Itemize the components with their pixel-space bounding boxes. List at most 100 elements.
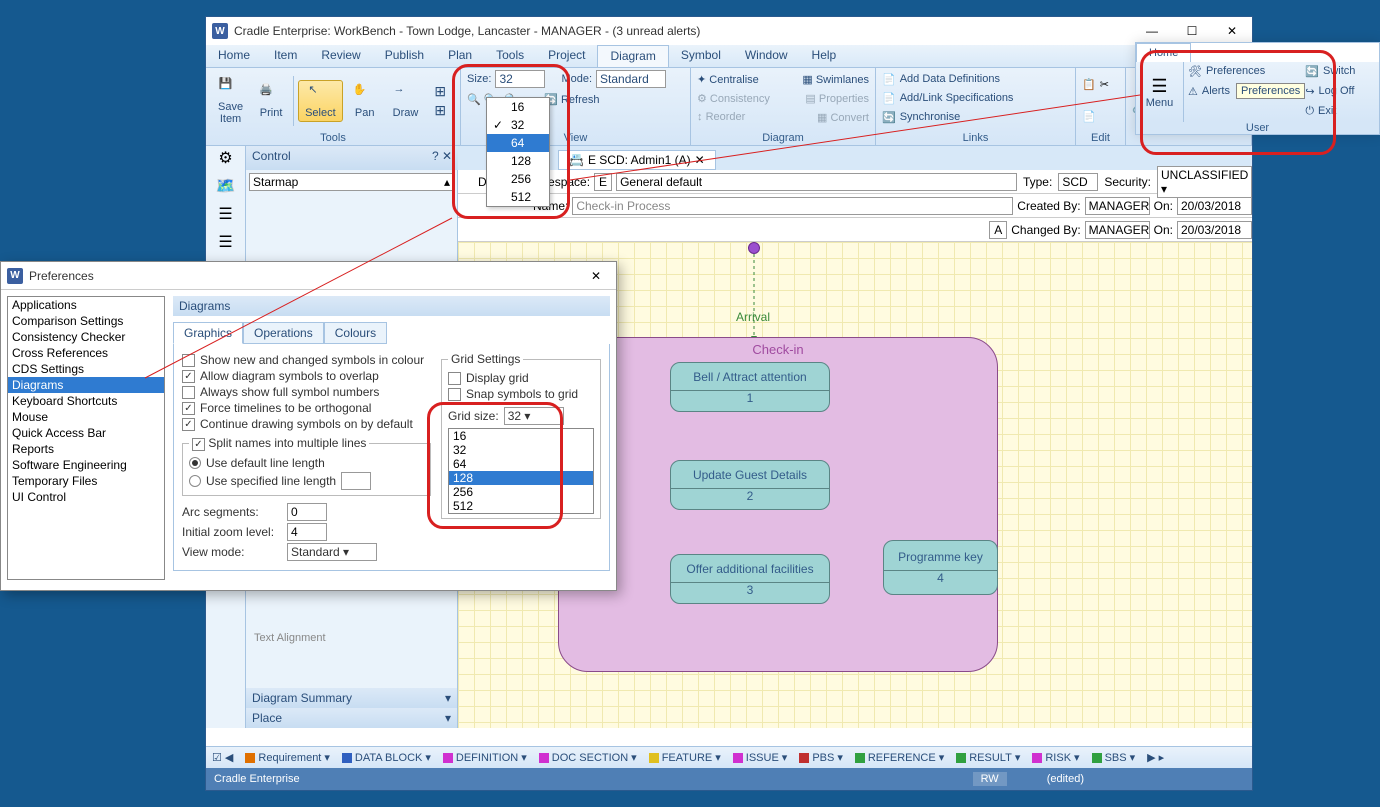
add-data-button[interactable]: 📄 Add Data Definitions	[882, 70, 1069, 88]
draw-tool-button[interactable]: →Draw	[387, 81, 425, 121]
chk-overlap[interactable]: ✓	[182, 370, 195, 383]
arc-segments-input[interactable]	[287, 503, 327, 521]
process-box-1[interactable]: Bell / Attract attention1	[670, 362, 830, 412]
pan-tool-button[interactable]: ✋Pan	[347, 81, 383, 121]
diagram-summary-header[interactable]: Diagram Summary▾	[246, 688, 457, 708]
pref-tab-operations[interactable]: Operations	[243, 322, 324, 344]
bottom-nav-next[interactable]: ▶ ▸	[1141, 751, 1170, 764]
menu-item[interactable]: Item	[262, 45, 309, 67]
edit-group-label: Edit	[1082, 131, 1119, 145]
user-group-label: User	[1136, 122, 1379, 134]
refresh-button[interactable]: 🔄 Refresh	[544, 93, 599, 106]
mode-dropdown[interactable]: Standard	[596, 70, 666, 88]
security-dropdown[interactable]: UNCLASSIFIED ▾	[1157, 166, 1252, 198]
line-length-input[interactable]	[341, 472, 371, 490]
grid-opt-64[interactable]: 64	[449, 457, 593, 471]
grid-opt-512[interactable]: 512	[449, 499, 593, 513]
print-button[interactable]: 🖨️Print	[253, 81, 289, 121]
radio-default-length[interactable]	[189, 457, 201, 469]
add-link-button[interactable]: 📄 Add/Link Specifications	[882, 89, 1069, 107]
menu-help[interactable]: Help	[800, 45, 849, 67]
user-tab-home[interactable]: Home	[1136, 43, 1191, 62]
sidebar-icon[interactable]: ☰	[218, 204, 232, 224]
type-field[interactable]: SCD	[1058, 173, 1098, 191]
grid-opt-256[interactable]: 256	[449, 485, 593, 499]
select-tool-button[interactable]: ↖Select	[298, 80, 343, 122]
status-bar: Cradle Enterprise RW (edited)	[206, 768, 1252, 790]
size-opt-16[interactable]: 16	[487, 98, 549, 116]
chk-continue[interactable]: ✓	[182, 418, 195, 431]
chk-new-changed[interactable]	[182, 354, 195, 367]
chk-full-numbers[interactable]	[182, 386, 195, 399]
swimlanes-button[interactable]: ▦ Swimlanes	[802, 73, 869, 86]
minimize-button[interactable]: —	[1132, 17, 1172, 45]
process-box-4[interactable]: Programme key4	[883, 540, 998, 595]
app-icon: W	[7, 268, 23, 284]
menu-tools[interactable]: Tools	[484, 45, 536, 67]
convert-button: ▦ Convert	[817, 111, 869, 124]
sidebar-icon[interactable]: 🗺️	[216, 176, 236, 196]
size-opt-32[interactable]: ✓32	[487, 116, 549, 134]
pref-close-button[interactable]: ✕	[576, 262, 616, 290]
pref-category-list[interactable]: Applications Comparison Settings Consist…	[7, 296, 165, 580]
place-header[interactable]: Place▾	[246, 708, 457, 728]
properties-button: ▤ Properties	[805, 92, 869, 105]
save-item-button[interactable]: 💾Save Item	[212, 75, 249, 127]
size-dropdown[interactable]: 32	[495, 70, 545, 88]
logoff-button[interactable]: ↪ Log Off	[1305, 82, 1379, 100]
process-box-2[interactable]: Update Guest Details2	[670, 460, 830, 510]
menu-project[interactable]: Project	[536, 45, 597, 67]
close-button[interactable]: ✕	[1212, 17, 1252, 45]
chk-display-grid[interactable]	[448, 372, 461, 385]
size-dropdown-list[interactable]: 16 ✓32 64 128 256 512	[486, 97, 550, 207]
name-field[interactable]: Check-in Process	[572, 197, 1013, 215]
pref-tab-colours[interactable]: Colours	[324, 322, 387, 344]
menu-symbol[interactable]: Symbol	[669, 45, 733, 67]
grid-opt-32[interactable]: 32	[449, 443, 593, 457]
diagram-group-label: Diagram	[697, 131, 869, 145]
menu-diagram[interactable]: Diagram	[597, 45, 668, 67]
start-node[interactable]	[748, 242, 760, 254]
centralise-button[interactable]: ✦ Centralise	[697, 73, 759, 86]
radio-specified-length[interactable]	[189, 475, 201, 487]
exit-button[interactable]: ⏻ Exit	[1305, 102, 1379, 120]
pref-tab-graphics[interactable]: Graphics	[173, 322, 243, 344]
grid-size-dropdown[interactable]: 32 ▾	[504, 407, 564, 425]
grid-opt-128[interactable]: 128	[449, 471, 593, 485]
document-tab[interactable]: 📇 E SCD: Admin1 (A) ✕	[558, 150, 716, 170]
bottom-nav-prev[interactable]: ☑ ◀	[206, 751, 239, 764]
menu-publish[interactable]: Publish	[373, 45, 436, 67]
starmap-dropdown[interactable]: Starmap ▴	[249, 173, 454, 191]
app-icon: W	[212, 23, 228, 39]
domain-field[interactable]: E	[594, 173, 612, 191]
grid-icons[interactable]: ⊞⊞	[428, 81, 452, 121]
size-opt-64[interactable]: 64	[487, 134, 549, 152]
menu-plan[interactable]: Plan	[436, 45, 484, 67]
menu-review[interactable]: Review	[309, 45, 372, 67]
maximize-button[interactable]: ☐	[1172, 17, 1212, 45]
created-on-field: 20/03/2018	[1177, 197, 1252, 215]
edit-icon[interactable]: 📋	[1082, 78, 1096, 91]
size-opt-128[interactable]: 128	[487, 152, 549, 170]
synchronise-button[interactable]: 🔄 Synchronise	[882, 108, 1069, 126]
size-opt-256[interactable]: 256	[487, 170, 549, 188]
menu-icon[interactable]: ☰	[1151, 76, 1167, 97]
pref-cat-diagrams[interactable]: Diagrams	[8, 377, 164, 393]
grid-opt-16[interactable]: 16	[449, 429, 593, 443]
gear-icon[interactable]: ⚙	[206, 146, 246, 170]
chk-snap-grid[interactable]	[448, 388, 461, 401]
zoom-level-input[interactable]	[287, 523, 327, 541]
chk-timelines[interactable]: ✓	[182, 402, 195, 415]
namespace-field[interactable]: General default	[616, 173, 1017, 191]
sidebar-icon[interactable]: ☰	[218, 232, 232, 252]
alerts-button[interactable]: ⚠ AlertsPreferences	[1184, 82, 1305, 100]
preferences-button[interactable]: 🛠 Preferences	[1184, 62, 1305, 80]
edit-icon2[interactable]: ✂	[1100, 78, 1109, 91]
edit-icon3[interactable]: 📄	[1082, 110, 1096, 123]
view-mode-dropdown[interactable]: Standard ▾	[287, 543, 377, 561]
size-opt-512[interactable]: 512	[487, 188, 549, 206]
menu-window[interactable]: Window	[733, 45, 800, 67]
process-box-3[interactable]: Offer additional facilities3	[670, 554, 830, 604]
menu-home[interactable]: Home	[206, 45, 262, 67]
switch-button[interactable]: 🔄 Switch	[1305, 62, 1379, 80]
